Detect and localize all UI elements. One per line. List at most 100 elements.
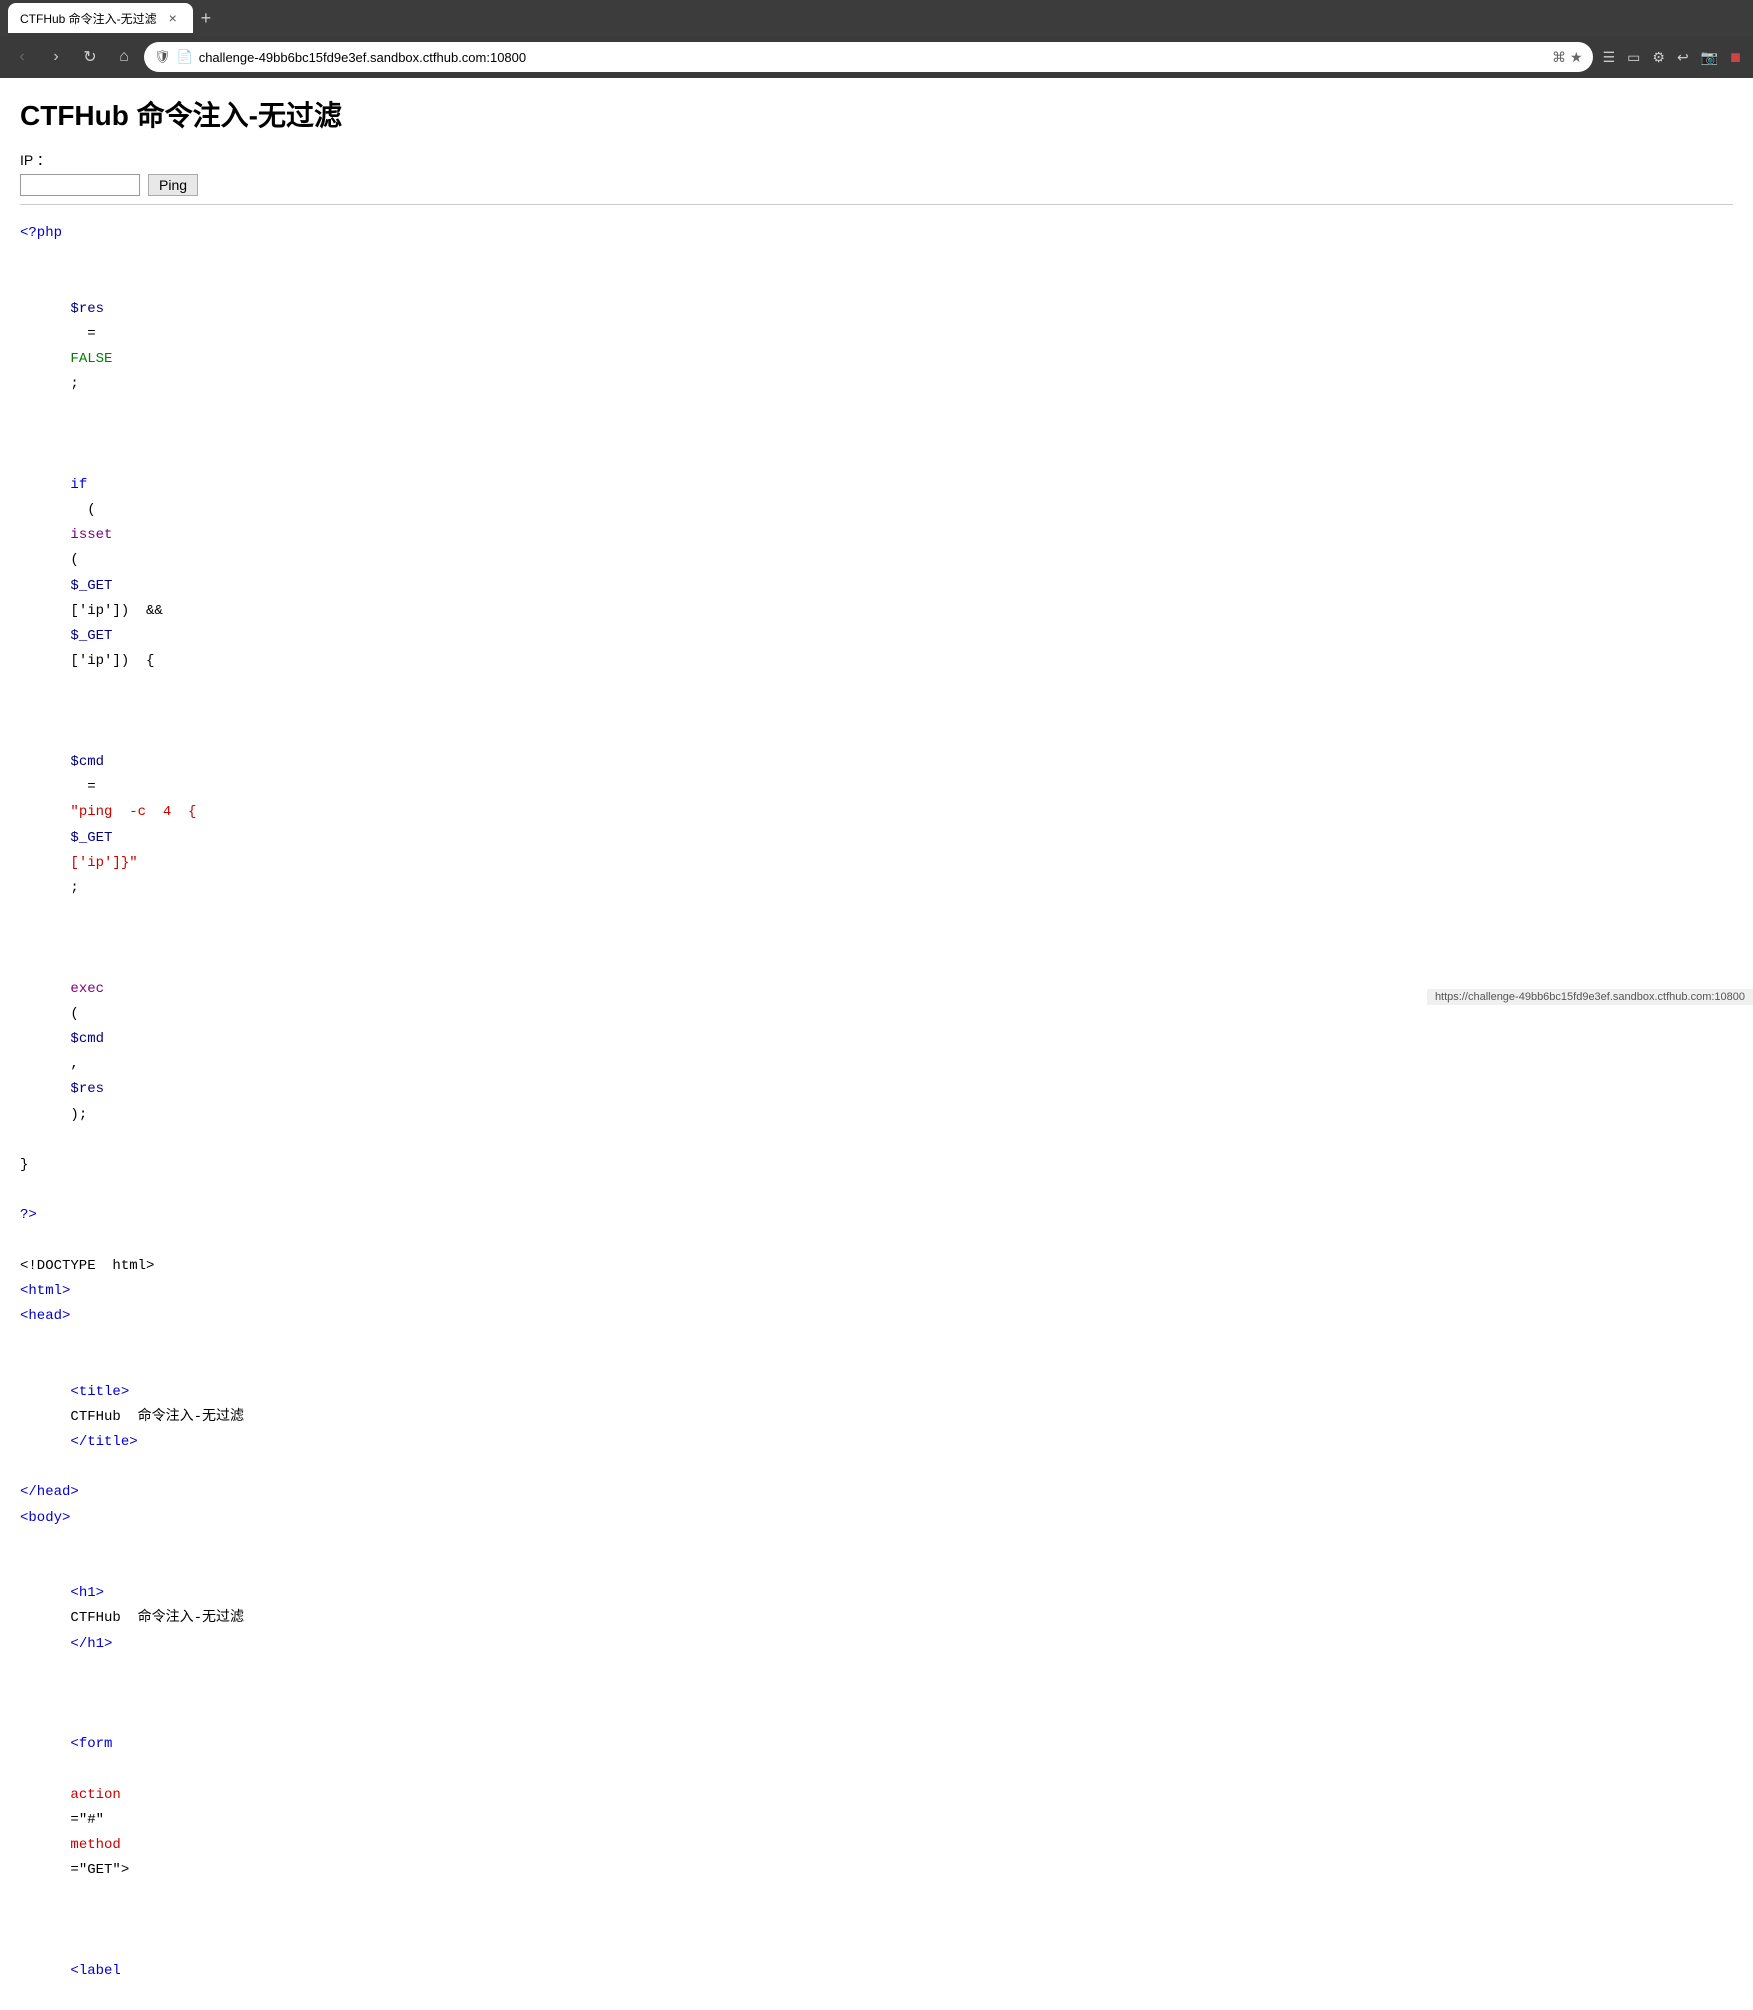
code-line-6: $cmd = "ping -c 4 { $_GET ['ip']}" ; xyxy=(20,700,1733,927)
code-token: <?php xyxy=(20,225,62,241)
code-token: <!DOCTYPE html> xyxy=(20,1258,154,1274)
library-button[interactable]: ☰ xyxy=(1599,45,1620,70)
toolbar-right: ☰ ▭ ⚙ ↩ 📷 ■ xyxy=(1599,43,1745,72)
grid-icon[interactable]: ⌘ xyxy=(1552,49,1566,66)
code-line-15: <title> CTFHub 命令注入-无过滤 </title> xyxy=(20,1329,1733,1480)
code-token: ['ip']}" xyxy=(70,855,137,871)
browser-chrome: CTFHub 命令注入-无过滤 × + ‹ › ↻ ⌂ 🛡 📄 ⌘ ★ ☰ ▭ … xyxy=(0,0,1753,78)
code-line-22: <label for ="ip">IP : </label> <br> xyxy=(20,1909,1733,2010)
code-token: } xyxy=(20,1157,28,1173)
code-blank xyxy=(20,1682,1733,1707)
account-button[interactable]: 📷 xyxy=(1697,45,1722,70)
code-token: ="GET"> xyxy=(70,1862,129,1878)
new-tab-button[interactable]: + xyxy=(193,9,220,27)
code-line-7: exec ( $cmd , $res ); xyxy=(20,926,1733,1153)
code-line-21: <form action ="#" method ="GET"> xyxy=(20,1707,1733,1909)
star-icon[interactable]: ★ xyxy=(1570,49,1583,66)
code-token: ="#" xyxy=(70,1812,120,1828)
code-token: <html> xyxy=(20,1283,70,1299)
undo-button[interactable]: ↩ xyxy=(1673,45,1693,70)
page-content: CTFHub 命令注入-无过滤 IP ： Ping <?php $res = F… xyxy=(0,78,1753,2010)
code-line-13: <html> xyxy=(20,1279,1733,1304)
code-token: CTFHub 命令注入-无过滤 xyxy=(70,1610,244,1626)
code-token: , xyxy=(70,1056,95,1072)
address-book-icon: 📄 xyxy=(177,49,193,65)
split-view-button[interactable]: ▭ xyxy=(1623,45,1644,70)
code-token: ); xyxy=(70,1107,87,1123)
code-token: FALSE xyxy=(70,351,112,367)
code-token: action xyxy=(70,1787,120,1803)
tab-close-button[interactable]: × xyxy=(165,10,181,26)
code-token: ( xyxy=(70,502,95,518)
security-icon: 🛡 xyxy=(154,49,171,65)
code-token: if xyxy=(70,477,87,493)
code-token: $cmd xyxy=(70,1031,104,1047)
code-line-19: <h1> CTFHub 命令注入-无过滤 </h1> xyxy=(20,1556,1733,1682)
code-token: </title> xyxy=(70,1434,137,1450)
code-blank xyxy=(20,423,1733,448)
ping-button[interactable]: Ping xyxy=(148,174,198,196)
active-tab: CTFHub 命令注入-无过滤 × xyxy=(8,3,193,33)
code-token: isset xyxy=(70,527,112,543)
code-token: $cmd xyxy=(70,754,104,770)
settings-button[interactable]: ⚙ xyxy=(1648,45,1669,70)
home-button[interactable]: ⌂ xyxy=(110,43,138,71)
code-token: = xyxy=(70,779,112,795)
code-line-3: $res = FALSE ; xyxy=(20,271,1733,422)
code-blank xyxy=(20,1178,1733,1203)
toolbar: ‹ › ↻ ⌂ 🛡 📄 ⌘ ★ ☰ ▭ ⚙ ↩ 📷 ■ xyxy=(0,36,1753,78)
code-token: "ping -c 4 { xyxy=(70,804,196,820)
ip-input[interactable] xyxy=(20,174,140,196)
address-input[interactable] xyxy=(199,50,1546,65)
back-button[interactable]: ‹ xyxy=(8,43,36,71)
code-token: $_GET xyxy=(70,578,112,594)
code-token: ( xyxy=(70,552,78,568)
code-token: <body> xyxy=(20,1510,70,1526)
code-token: <title> xyxy=(70,1384,129,1400)
code-token: </h1> xyxy=(70,1636,112,1652)
code-line-8: } xyxy=(20,1153,1733,1178)
code-token xyxy=(70,1938,137,1954)
code-token: <form xyxy=(70,1736,112,1752)
code-token: $res xyxy=(70,1081,104,1097)
code-line-12: <!DOCTYPE html> xyxy=(20,1254,1733,1279)
menu-button[interactable]: ■ xyxy=(1726,43,1745,72)
code-token xyxy=(70,1358,137,1374)
code-token: <h1> xyxy=(70,1585,104,1601)
code-line-10: ?> xyxy=(20,1203,1733,1228)
code-token: <head> xyxy=(20,1308,70,1324)
code-token: CTFHub 命令注入-无过滤 xyxy=(70,1409,244,1425)
code-line-17: <body> xyxy=(20,1506,1733,1531)
address-bar-wrapper[interactable]: 🛡 📄 ⌘ ★ xyxy=(144,42,1593,72)
code-line-16: </head> xyxy=(20,1480,1733,1505)
form-row: Ping xyxy=(20,174,1733,196)
code-token xyxy=(70,955,137,971)
code-token: $res xyxy=(70,301,104,317)
code-token: <label xyxy=(70,1963,120,1979)
code-token: ; xyxy=(70,880,78,896)
code-token: method xyxy=(70,1837,120,1853)
code-token: ['ip']) && xyxy=(70,603,179,619)
code-line-5: if ( isset ( $_GET ['ip']) && $_GET ['ip… xyxy=(20,448,1733,700)
code-token: = xyxy=(70,326,112,342)
ip-label: IP ： xyxy=(20,150,1733,170)
code-blank xyxy=(20,1229,1733,1254)
code-token xyxy=(70,729,137,745)
code-token: ; xyxy=(70,376,78,392)
tab-title: CTFHub 命令注入-无过滤 xyxy=(20,10,157,27)
code-blank xyxy=(20,246,1733,271)
code-token: ['ip']) { xyxy=(70,653,154,669)
code-token: ?> xyxy=(20,1207,37,1223)
code-line-14: <head> xyxy=(20,1304,1733,1329)
forward-button[interactable]: › xyxy=(42,43,70,71)
code-section: <?php $res = FALSE ; if ( isset ( $_GET … xyxy=(20,221,1733,2010)
code-token xyxy=(70,1988,87,2004)
status-bar: https://challenge-49bb6bc15fd9e3ef.sandb… xyxy=(1427,989,1753,1005)
page-title: CTFHub 命令注入-无过滤 xyxy=(20,94,1733,134)
code-blank xyxy=(20,1531,1733,1556)
address-bar-icons: ⌘ ★ xyxy=(1552,49,1583,66)
code-token: exec xyxy=(70,981,104,997)
form-section: IP ： Ping xyxy=(20,150,1733,196)
code-token xyxy=(70,1761,87,1777)
reload-button[interactable]: ↻ xyxy=(76,43,104,71)
